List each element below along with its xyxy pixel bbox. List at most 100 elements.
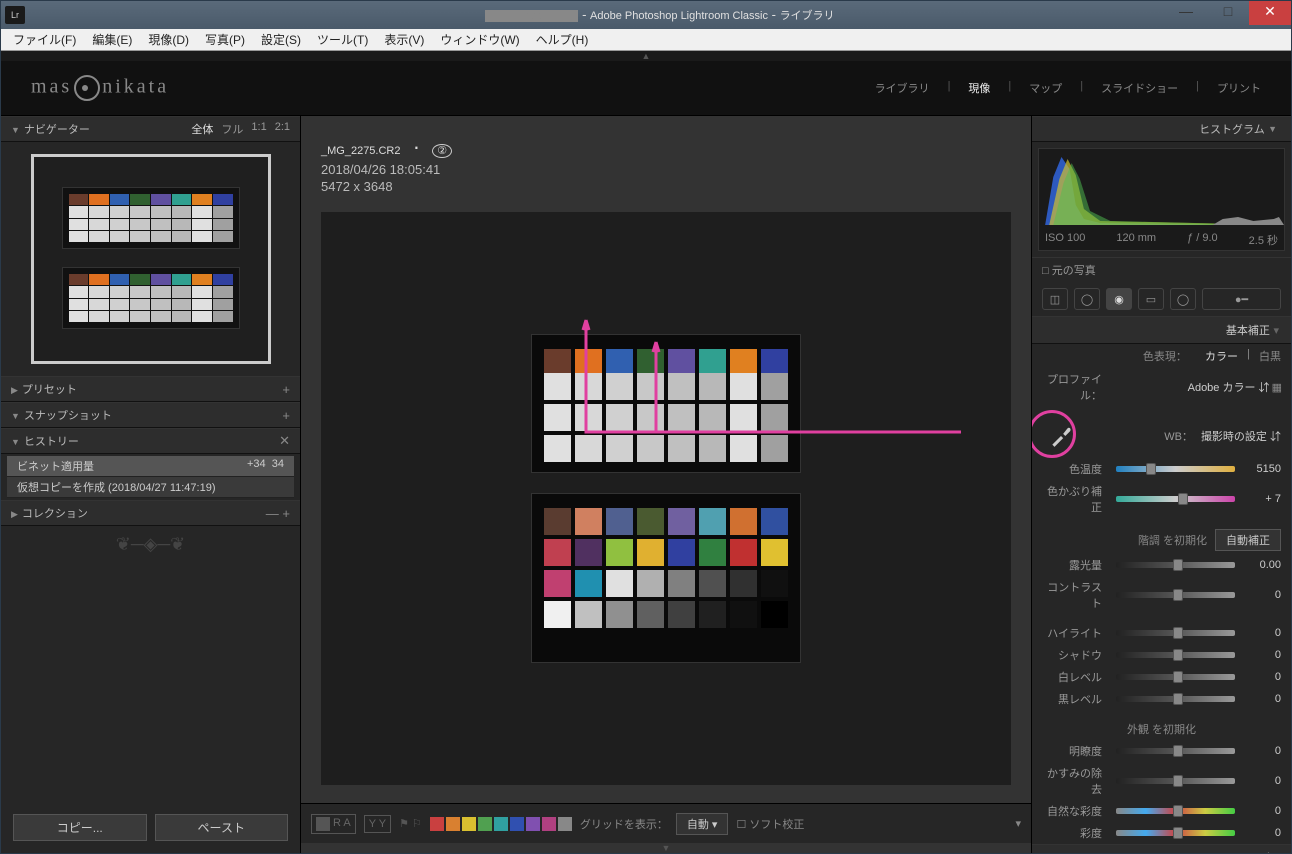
redeye-tool-icon[interactable]: ◉ <box>1106 288 1132 310</box>
swatch[interactable] <box>510 817 524 831</box>
tone-reset[interactable]: 階調 を初期化 <box>1138 532 1207 548</box>
swatch[interactable] <box>430 817 444 831</box>
collection-header[interactable]: ▶コレクション— + <box>1 500 300 526</box>
titlebar: Lr hidden - Adobe Photoshop Lightroom Cl… <box>1 1 1291 29</box>
presence-reset[interactable]: 外観 を初期化 <box>1127 721 1196 737</box>
image-info: _MG_2275.CR2 · ② 2018/04/26 18:05:41 547… <box>301 116 1031 194</box>
menu-編集(E)[interactable]: 編集(E) <box>84 29 140 50</box>
spot-tool-icon[interactable]: ◯ <box>1074 288 1100 310</box>
treatment-tabs[interactable]: 色表現： カラー | 白黒 <box>1032 344 1291 368</box>
swatch[interactable] <box>462 817 476 831</box>
menubar: ファイル(F)編集(E)現像(D)写真(P)設定(S)ツール(T)表示(V)ウィ… <box>1 29 1291 51</box>
history-item[interactable]: 仮想コピーを作成 (2018/04/27 11:47:19) <box>7 477 294 498</box>
iso-value: ISO 100 <box>1045 232 1085 248</box>
navigator-header[interactable]: ▼ナビゲーター 全体フル1:12:1 <box>1 116 300 142</box>
black-slider[interactable]: 黒レベル0 <box>1032 688 1291 710</box>
minimize-button[interactable]: — <box>1165 1 1207 25</box>
clarity-slider[interactable]: 明瞭度0 <box>1032 740 1291 762</box>
module-スライドショー[interactable]: スライドショー <box>1101 80 1178 96</box>
history-list: ビネット適用量+34 34仮想コピーを作成 (2018/04/27 11:47:… <box>1 454 300 500</box>
menu-ヘルプ(H)[interactable]: ヘルプ(H) <box>528 29 597 50</box>
image-canvas[interactable] <box>321 212 1011 785</box>
module-現像[interactable]: 現像 <box>968 80 990 96</box>
toolbar: R A Y Y ⚑ ⚐ グリッドを表示： 自動 ▾ ☐ ソフト校正 ▾ <box>301 803 1031 843</box>
nav-zoom[interactable]: 全体 <box>191 121 213 137</box>
menu-写真(P)[interactable]: 写真(P) <box>197 29 253 50</box>
copy-button[interactable]: コピー... <box>13 814 147 841</box>
focal-value: 120 mm <box>1116 232 1156 248</box>
swatch[interactable] <box>558 817 572 831</box>
dehaze-slider[interactable]: かすみの除去0 <box>1032 762 1291 800</box>
menu-ファイル(F)[interactable]: ファイル(F) <box>5 29 84 50</box>
add-icon[interactable]: — + <box>266 506 290 521</box>
flag-icon[interactable]: ⚑ ⚐ <box>399 817 422 830</box>
brush-tool-icon[interactable]: ●━ <box>1202 288 1281 310</box>
chevron-down-icon[interactable]: ▾ <box>1015 817 1021 830</box>
histogram[interactable]: ISO 100 120 mm ƒ / 9.0 2.5 秒 <box>1038 148 1285 251</box>
menu-現像(D)[interactable]: 現像(D) <box>140 29 197 50</box>
module-プリント[interactable]: プリント <box>1217 80 1261 96</box>
app-icon: Lr <box>5 6 25 24</box>
contrast-slider[interactable]: コントラスト0 <box>1032 576 1291 614</box>
grid-label: グリッドを表示： <box>580 816 668 832</box>
history-header[interactable]: ▼ヒストリー✕ <box>1 428 300 454</box>
close-icon[interactable]: ✕ <box>279 433 290 449</box>
add-icon[interactable]: + <box>282 408 290 423</box>
navigator-preview[interactable] <box>1 142 300 376</box>
radial-tool-icon[interactable]: ◯ <box>1170 288 1196 310</box>
menu-ウィンドウ(W)[interactable]: ウィンドウ(W) <box>432 29 527 50</box>
window-title: hidden - Adobe Photoshop Lightroom Class… <box>33 7 1287 23</box>
temp-slider[interactable]: 色温度5150 <box>1032 458 1291 480</box>
grid-icon[interactable]: ▦ <box>1270 381 1281 394</box>
fstop-value: ƒ / 9.0 <box>1187 232 1218 248</box>
menu-ツール(T)[interactable]: ツール(T) <box>309 29 376 50</box>
add-icon[interactable]: + <box>282 382 290 397</box>
swatch[interactable] <box>542 817 556 831</box>
swatch[interactable] <box>478 817 492 831</box>
history-item[interactable]: ビネット適用量+34 34 <box>7 456 294 477</box>
ornament: ❦─◈─❦ <box>1 534 300 555</box>
auto-button[interactable]: 自動補正 <box>1215 529 1281 551</box>
eyedropper-icon[interactable] <box>1042 417 1080 455</box>
profile-row[interactable]: プロファイル：Adobe カラー ⇵ ▦ <box>1032 368 1291 406</box>
exposure-slider[interactable]: 露光量0.00 <box>1032 554 1291 576</box>
nav-zoom[interactable]: 2:1 <box>275 121 290 137</box>
grid-dropdown[interactable]: 自動 ▾ <box>676 813 729 835</box>
vibrance-slider[interactable]: 自然な彩度0 <box>1032 800 1291 822</box>
grad-tool-icon[interactable]: ▭ <box>1138 288 1164 310</box>
paste-button[interactable]: ペースト <box>155 814 289 841</box>
module-picker: ライブラリ|現像|マップ|スライドショー|プリント <box>875 80 1261 96</box>
snapshot-header[interactable]: ▼スナップショット+ <box>1 402 300 428</box>
preset-header[interactable]: ▶プリセット+ <box>1 376 300 402</box>
left-panel: ▼ナビゲーター 全体フル1:12:1 ▶プリセット+ ▼スナップショット+ ▼ヒ… <box>1 116 301 853</box>
menu-表示(V)[interactable]: 表示(V) <box>376 29 432 50</box>
histogram-header[interactable]: ヒストグラム ▼ <box>1032 116 1291 142</box>
nav-zoom[interactable]: フル <box>221 121 243 137</box>
tint-slider[interactable]: 色かぶり補正+ 7 <box>1032 480 1291 518</box>
basic-header[interactable]: 基本補正 ▾ <box>1032 316 1291 344</box>
saturation-slider[interactable]: 彩度0 <box>1032 822 1291 844</box>
logo: masnikata <box>31 75 169 101</box>
original-photo-toggle[interactable]: □ 元の写真 <box>1032 257 1291 282</box>
center-panel: _MG_2275.CR2 · ② 2018/04/26 18:05:41 547… <box>301 116 1031 853</box>
color-swatches[interactable] <box>430 817 572 831</box>
crop-tool-icon[interactable]: ◫ <box>1042 288 1068 310</box>
compare-buttons[interactable]: Y Y <box>364 815 391 833</box>
menu-設定(S)[interactable]: 設定(S) <box>253 29 309 50</box>
highlight-slider[interactable]: ハイライト0 <box>1032 622 1291 644</box>
shadow-slider[interactable]: シャドウ0 <box>1032 644 1291 666</box>
nav-zoom[interactable]: 1:1 <box>251 121 266 137</box>
wb-row: WB：撮影時の設定 ⇵ <box>1032 414 1291 458</box>
softproof-checkbox[interactable]: ☐ ソフト校正 <box>736 816 804 832</box>
swatch[interactable] <box>526 817 540 831</box>
swatch[interactable] <box>446 817 460 831</box>
module-マップ[interactable]: マップ <box>1029 80 1062 96</box>
swatch[interactable] <box>494 817 508 831</box>
view-mode-buttons[interactable]: R A <box>311 814 356 834</box>
identity-plate: masnikata ライブラリ|現像|マップ|スライドショー|プリント <box>1 61 1291 116</box>
maximize-button[interactable]: □ <box>1207 1 1249 25</box>
module-ライブラリ[interactable]: ライブラリ <box>875 80 930 96</box>
tonecurve-header[interactable]: トーンカーブ ◂ <box>1032 844 1291 853</box>
white-slider[interactable]: 白レベル0 <box>1032 666 1291 688</box>
close-button[interactable]: ✕ <box>1249 1 1291 25</box>
